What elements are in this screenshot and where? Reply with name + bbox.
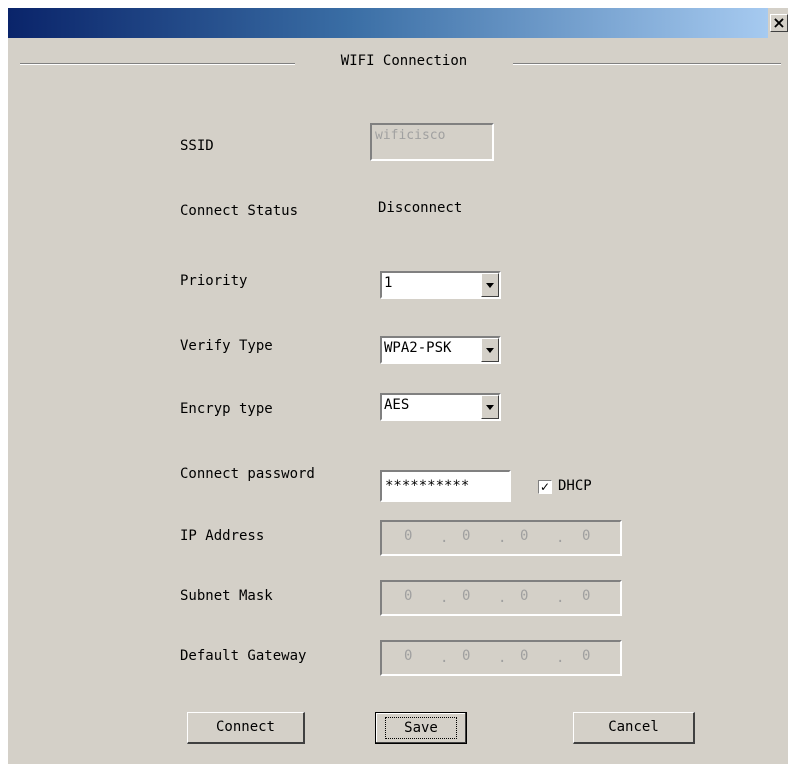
- ip-octet: 0: [462, 588, 471, 604]
- group-divider-right: [513, 63, 781, 65]
- connect-status-label: Connect Status: [180, 203, 299, 219]
- encryp-type-label: Encryp type: [180, 401, 273, 417]
- ip-separator: .: [498, 530, 507, 546]
- ssid-field: wificisco: [370, 123, 494, 161]
- ip-octet: 0: [404, 648, 413, 664]
- ip-separator: .: [440, 530, 449, 546]
- encryp-type-select[interactable]: AES: [380, 393, 501, 421]
- ip-octet: 0: [462, 648, 471, 664]
- connect-status-value: Disconnect: [378, 200, 463, 216]
- ip-separator: .: [498, 650, 507, 666]
- ip-address-field: 0 . 0 . 0 . 0: [380, 520, 622, 556]
- dhcp-checkbox[interactable]: ✓: [538, 480, 552, 494]
- cancel-button[interactable]: Cancel: [573, 712, 695, 744]
- password-value: **********: [385, 478, 470, 494]
- title-bar[interactable]: [8, 8, 768, 38]
- ip-octet: 0: [520, 528, 529, 544]
- priority-value: 1: [384, 275, 393, 291]
- ip-separator: .: [556, 590, 565, 606]
- subnet-mask-label: Subnet Mask: [180, 588, 273, 604]
- wifi-dialog: × WIFI Connection SSID wificisco Connect…: [8, 8, 788, 764]
- ip-octet: 0: [462, 528, 471, 544]
- chevron-down-icon[interactable]: [481, 273, 499, 297]
- group-title: WIFI Connection: [340, 53, 468, 69]
- verify-type-label: Verify Type: [180, 338, 273, 354]
- ip-octet: 0: [582, 528, 591, 544]
- group-divider-left: [20, 63, 295, 65]
- priority-select[interactable]: 1: [380, 271, 501, 299]
- ip-separator: .: [440, 590, 449, 606]
- ip-separator: .: [498, 590, 507, 606]
- chevron-down-icon[interactable]: [481, 338, 499, 362]
- ip-octet: 0: [520, 648, 529, 664]
- ip-separator: .: [556, 650, 565, 666]
- connect-button[interactable]: Connect: [187, 712, 305, 744]
- default-gateway-label: Default Gateway: [180, 648, 307, 664]
- priority-label: Priority: [180, 273, 248, 289]
- ip-octet: 0: [582, 588, 591, 604]
- dhcp-label[interactable]: DHCP: [558, 478, 592, 494]
- checkmark-icon: ✓: [539, 480, 551, 494]
- password-label: Connect password: [180, 466, 315, 482]
- ip-separator: .: [440, 650, 449, 666]
- subnet-mask-field: 0 . 0 . 0 . 0: [380, 580, 622, 616]
- save-button[interactable]: Save: [375, 712, 467, 744]
- ssid-label: SSID: [180, 138, 214, 154]
- ip-octet: 0: [520, 588, 529, 604]
- default-gateway-field: 0 . 0 . 0 . 0: [380, 640, 622, 676]
- close-button[interactable]: ×: [770, 14, 788, 32]
- ip-separator: .: [556, 530, 565, 546]
- encryp-type-value: AES: [384, 397, 410, 413]
- save-button-label: Save: [385, 717, 457, 739]
- close-icon: ×: [772, 13, 786, 32]
- verify-type-value: WPA2-PSK: [384, 340, 452, 356]
- chevron-down-icon[interactable]: [481, 395, 499, 419]
- verify-type-select[interactable]: WPA2-PSK: [380, 336, 501, 364]
- password-field[interactable]: **********: [380, 470, 511, 502]
- ssid-value: wificisco: [375, 128, 446, 143]
- ip-address-label: IP Address: [180, 528, 265, 544]
- ip-octet: 0: [582, 648, 591, 664]
- ip-octet: 0: [404, 528, 413, 544]
- ip-octet: 0: [404, 588, 413, 604]
